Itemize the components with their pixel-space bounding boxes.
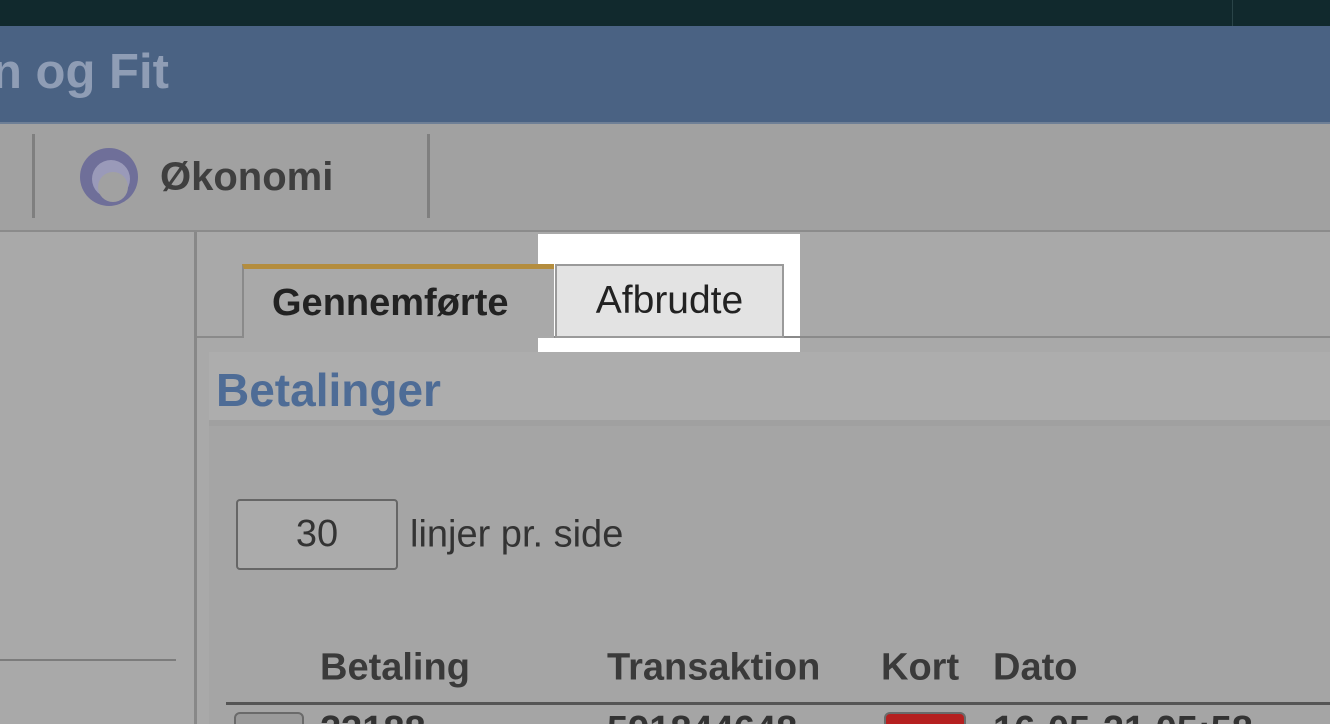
page-size-label: linjer pr. side bbox=[410, 513, 624, 556]
table-header-divider bbox=[226, 702, 1330, 705]
cell-dato: 16-05-21 05:58 bbox=[993, 710, 1253, 724]
menu-item-label: Økonomi bbox=[160, 154, 334, 199]
column-header-transaktion[interactable]: Transaktion bbox=[607, 647, 820, 690]
menu-divider bbox=[427, 134, 430, 218]
main-content: Gennemførte Afbrudte Betalinger 30 linje… bbox=[197, 232, 1330, 724]
cell-betaling: 23188 bbox=[320, 710, 426, 724]
tab-gennemforte[interactable]: Gennemførte bbox=[242, 264, 554, 338]
menu-item-okonomi[interactable]: Økonomi bbox=[78, 146, 333, 208]
column-header-betaling[interactable]: Betaling bbox=[320, 647, 470, 690]
payment-status-icon bbox=[234, 712, 304, 724]
page-size-input[interactable]: 30 bbox=[236, 499, 398, 570]
app-title-bar: n og Fit bbox=[0, 26, 1330, 125]
menu-divider bbox=[32, 134, 35, 218]
card-icon bbox=[884, 712, 966, 724]
tab-label: Afbrudte bbox=[595, 279, 744, 322]
column-header-kort[interactable]: Kort bbox=[881, 647, 959, 690]
payments-panel: Betalinger 30 linjer pr. side Betaling T… bbox=[209, 352, 1330, 724]
sidebar-divider bbox=[0, 659, 176, 661]
app-title: n og Fit bbox=[0, 45, 169, 99]
okonomi-icon bbox=[80, 148, 138, 206]
left-sidebar bbox=[0, 232, 197, 724]
panel-heading-bar: Betalinger bbox=[209, 352, 1330, 426]
tab-afbrudte[interactable]: Afbrudte bbox=[555, 264, 784, 338]
panel-title: Betalinger bbox=[216, 364, 441, 416]
column-header-dato[interactable]: Dato bbox=[993, 647, 1077, 690]
tab-label: Gennemførte bbox=[272, 282, 509, 324]
top-bar bbox=[0, 0, 1330, 26]
table-row[interactable]: 23188 591844648 16-05-21 05:58 bbox=[209, 710, 1330, 724]
top-bar-divider bbox=[1232, 0, 1233, 26]
cell-transaktion: 591844648 bbox=[607, 710, 797, 724]
main-menu-bar: Økonomi bbox=[0, 124, 1330, 232]
